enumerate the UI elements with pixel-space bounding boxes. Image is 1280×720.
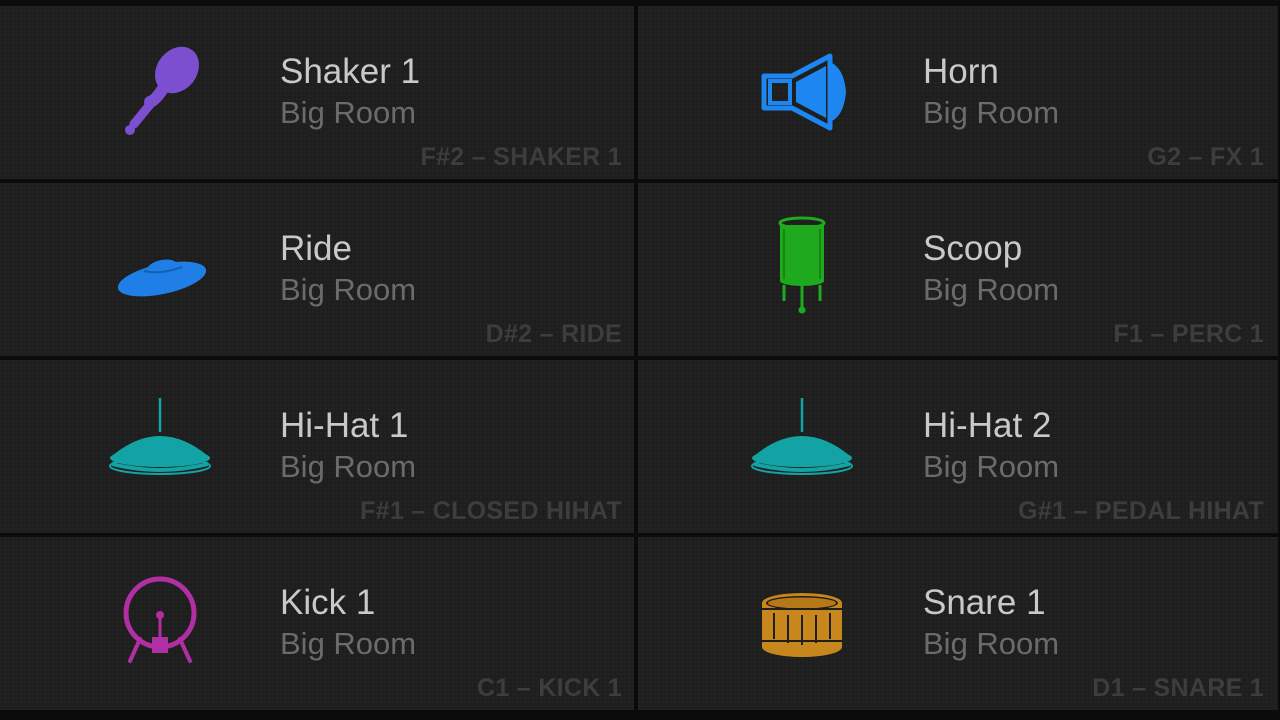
pad-kit: Big Room [923, 449, 1060, 484]
floor-drum-icon [746, 216, 858, 319]
drum-pad-grid: Shaker 1 Big Room F#2 – SHAKER 1 Horn Bi… [0, 6, 1280, 716]
pad-hihat-1[interactable]: Hi-Hat 1 Big Room F#1 – CLOSED HIHAT [0, 360, 634, 533]
pad-shaker-1[interactable]: Shaker 1 Big Room F#2 – SHAKER 1 [0, 6, 634, 179]
pad-name: Hi-Hat 2 [923, 406, 1052, 445]
pad-kit: Big Room [923, 272, 1060, 307]
snare-drum-icon [746, 573, 858, 673]
pad-snare-1[interactable]: Snare 1 Big Room D1 – SNARE 1 [638, 537, 1278, 710]
pad-name: Hi-Hat 1 [280, 406, 409, 445]
pad-note: F#2 – SHAKER 1 [420, 143, 622, 171]
hihat-icon [104, 396, 216, 496]
pad-horn[interactable]: Horn Big Room G2 – FX 1 [638, 6, 1278, 179]
pad-note: C1 – KICK 1 [476, 674, 622, 702]
pad-scoop[interactable]: Scoop Big Room F1 – PERC 1 [638, 183, 1278, 356]
pad-name: Scoop [923, 229, 1023, 268]
pad-note: F1 – PERC 1 [1113, 320, 1264, 348]
pad-note: F#1 – CLOSED HIHAT [360, 497, 622, 525]
pad-note: G#1 – PEDAL HIHAT [1018, 497, 1264, 525]
pad-kit: Big Room [923, 626, 1060, 661]
pad-hihat-2[interactable]: Hi-Hat 2 Big Room G#1 – PEDAL HIHAT [638, 360, 1278, 533]
pad-name: Horn [923, 52, 999, 91]
pad-kit: Big Room [280, 626, 417, 661]
pad-name: Kick 1 [280, 583, 376, 622]
horn-icon [746, 42, 858, 142]
hihat-icon [746, 396, 858, 496]
pad-note: D1 – SNARE 1 [1092, 674, 1264, 702]
pad-name: Snare 1 [923, 583, 1046, 622]
pad-kick-1[interactable]: Kick 1 Big Room C1 – KICK 1 [0, 537, 634, 710]
pad-kit: Big Room [280, 272, 417, 307]
pad-kit: Big Room [280, 95, 417, 130]
pad-kit: Big Room [280, 449, 417, 484]
kick-drum-icon [104, 573, 216, 673]
pad-note: G2 – FX 1 [1147, 143, 1264, 171]
maraca-icon [104, 42, 216, 142]
pad-note: D#2 – RIDE [485, 320, 622, 348]
pad-ride[interactable]: Ride Big Room D#2 – RIDE [0, 183, 634, 356]
pad-name: Ride [280, 229, 352, 268]
pad-kit: Big Room [923, 95, 1060, 130]
ride-cymbal-icon [104, 219, 216, 319]
pad-name: Shaker 1 [280, 52, 421, 91]
